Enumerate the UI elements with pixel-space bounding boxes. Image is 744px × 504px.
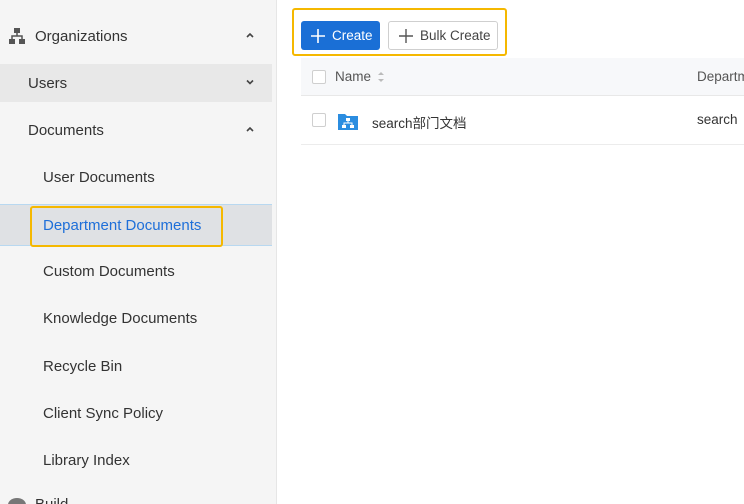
document-department: search	[697, 112, 738, 127]
nav-user-documents[interactable]: User Documents	[0, 158, 272, 196]
column-header-name[interactable]: Name	[335, 69, 371, 84]
nav-item-label: Department Documents	[43, 216, 202, 234]
sidebar: Organizations Users Documents User Docum…	[0, 0, 277, 504]
table-row[interactable]: search部门文档 search	[301, 96, 744, 145]
nav-item-label: Custom Documents	[43, 262, 175, 280]
nav-users[interactable]: Users	[0, 64, 272, 102]
nav-recycle-bin[interactable]: Recycle Bin	[0, 347, 272, 385]
select-all-checkbox[interactable]	[312, 70, 326, 84]
column-header-department[interactable]: Departm	[697, 69, 744, 84]
bulk-create-button-label: Bulk Create	[420, 28, 491, 43]
create-button-label: Create	[332, 28, 373, 43]
nav-custom-documents[interactable]: Custom Documents	[0, 252, 272, 290]
nav-build-label: Build	[35, 496, 68, 504]
nav-item-label: Client Sync Policy	[43, 404, 164, 422]
nav-documents[interactable]: Documents	[0, 111, 272, 149]
bulk-create-button[interactable]: Bulk Create	[388, 21, 498, 50]
nav-item-label: Library Index	[43, 451, 130, 469]
nav-knowledge-documents[interactable]: Knowledge Documents	[0, 299, 272, 337]
chevron-up-icon[interactable]	[244, 123, 256, 135]
main-content: Create Bulk Create Name Departm search部门…	[278, 0, 744, 504]
document-name[interactable]: search部门文档	[372, 112, 467, 132]
plus-icon	[399, 28, 413, 43]
nav-item-label: Recycle Bin	[43, 357, 123, 375]
plus-icon	[311, 28, 325, 43]
create-button[interactable]: Create	[301, 21, 380, 50]
chevron-down-icon[interactable]	[244, 76, 256, 88]
nav-organizations-label: Organizations	[35, 27, 128, 45]
nav-organizations[interactable]: Organizations	[0, 17, 272, 55]
sort-icon[interactable]	[376, 70, 386, 84]
nav-build[interactable]: Build	[0, 492, 272, 504]
nav-library-index[interactable]: Library Index	[0, 441, 272, 479]
nav-users-label: Users	[28, 74, 68, 92]
nav-department-documents[interactable]: Department Documents	[0, 204, 272, 246]
nav-documents-label: Documents	[28, 121, 104, 139]
chevron-up-icon[interactable]	[244, 29, 256, 41]
build-icon	[8, 498, 26, 504]
nav-item-label: Knowledge Documents	[43, 309, 198, 327]
table-header: Name Departm	[301, 58, 744, 96]
row-checkbox[interactable]	[312, 113, 326, 127]
nav-item-label: User Documents	[43, 168, 155, 186]
nav-client-sync-policy[interactable]: Client Sync Policy	[0, 394, 272, 432]
department-folder-icon	[338, 114, 358, 130]
org-tree-icon	[9, 28, 25, 44]
